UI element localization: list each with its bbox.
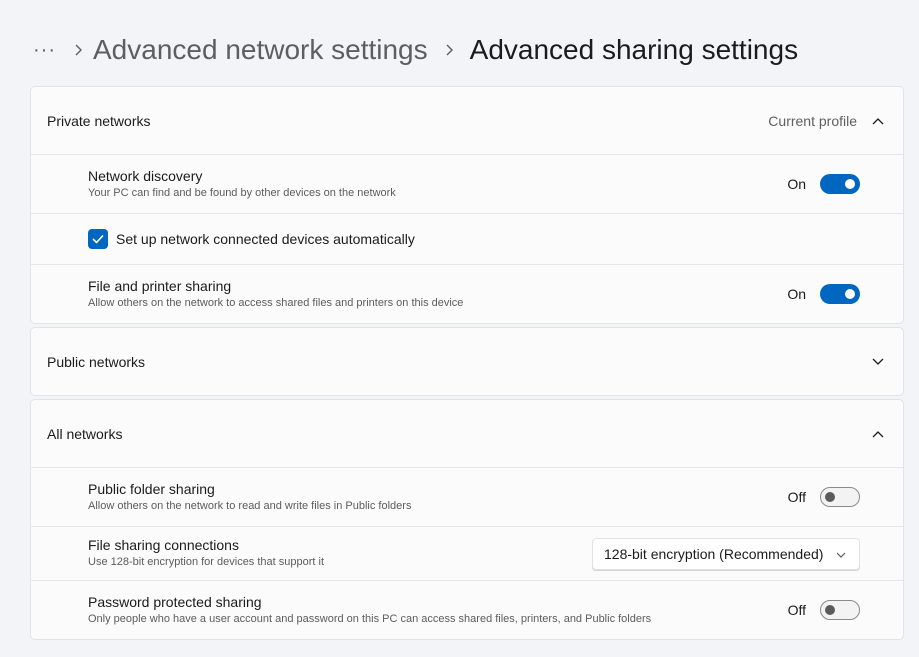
private-networks-title: Private networks xyxy=(47,112,151,129)
password-protected-sharing-toggle[interactable] xyxy=(820,600,860,620)
file-printer-sharing-toggle[interactable] xyxy=(820,284,860,304)
private-networks-header[interactable]: Private networks Current profile xyxy=(31,87,903,154)
chevron-right-icon xyxy=(63,44,93,56)
file-printer-sharing-title: File and printer sharing xyxy=(88,277,232,294)
encryption-dropdown[interactable]: 128-bit encryption (Recommended) xyxy=(592,537,860,570)
public-networks-header[interactable]: Public networks xyxy=(31,328,903,395)
chevron-down-icon xyxy=(836,545,846,563)
chevron-right-icon xyxy=(428,44,470,56)
public-folder-sharing-desc: Allow others on the network to read and … xyxy=(88,499,412,512)
public-folder-sharing-title: Public folder sharing xyxy=(88,480,215,497)
breadcrumb-advanced-network-settings[interactable]: Advanced network settings xyxy=(93,30,428,70)
chevron-down-icon[interactable] xyxy=(870,354,886,370)
breadcrumb: ··· Advanced network settings Advanced s… xyxy=(33,30,798,70)
public-folder-sharing-toggle[interactable] xyxy=(820,487,860,507)
more-breadcrumb-button[interactable]: ··· xyxy=(33,40,63,60)
network-discovery-toggle[interactable] xyxy=(820,174,860,194)
auto-setup-row: Set up network connected devices automat… xyxy=(31,213,903,264)
auto-setup-checkbox[interactable] xyxy=(88,229,108,249)
network-discovery-row: Network discovery Your PC can find and b… xyxy=(31,154,903,213)
network-discovery-desc: Your PC can find and be found by other d… xyxy=(88,186,396,199)
file-printer-sharing-row: File and printer sharing Allow others on… xyxy=(31,264,903,323)
page-title: Advanced sharing settings xyxy=(469,34,799,65)
all-networks-title: All networks xyxy=(47,425,123,442)
file-printer-sharing-desc: Allow others on the network to access sh… xyxy=(88,296,464,309)
file-sharing-connections-title: File sharing connections xyxy=(88,537,239,553)
network-discovery-title: Network discovery xyxy=(88,167,203,184)
chevron-up-icon[interactable] xyxy=(870,113,886,129)
password-protected-sharing-desc: Only people who have a user account and … xyxy=(88,612,652,625)
all-networks-panel: All networks Public folder sharing Allow… xyxy=(30,399,904,640)
public-networks-panel: Public networks xyxy=(30,327,904,396)
password-protected-sharing-row: Password protected sharing Only people w… xyxy=(31,580,903,639)
encryption-dropdown-value: 128-bit encryption (Recommended) xyxy=(604,545,824,562)
network-discovery-state: On xyxy=(787,176,806,192)
auto-setup-label[interactable]: Set up network connected devices automat… xyxy=(116,231,415,248)
password-protected-sharing-state: Off xyxy=(787,602,806,618)
file-printer-sharing-state: On xyxy=(787,286,806,302)
public-folder-sharing-row: Public folder sharing Allow others on th… xyxy=(31,467,903,526)
chevron-up-icon[interactable] xyxy=(870,426,886,442)
all-networks-header[interactable]: All networks xyxy=(31,400,903,467)
current-profile-label: Current profile xyxy=(768,112,857,129)
file-sharing-connections-desc: Use 128-bit encryption for devices that … xyxy=(88,556,325,568)
public-folder-sharing-state: Off xyxy=(787,489,806,505)
file-sharing-connections-row: File sharing connections Use 128-bit enc… xyxy=(31,526,903,580)
password-protected-sharing-title: Password protected sharing xyxy=(88,593,262,610)
public-networks-title: Public networks xyxy=(47,353,146,370)
private-networks-panel: Private networks Current profile Network… xyxy=(30,86,904,324)
